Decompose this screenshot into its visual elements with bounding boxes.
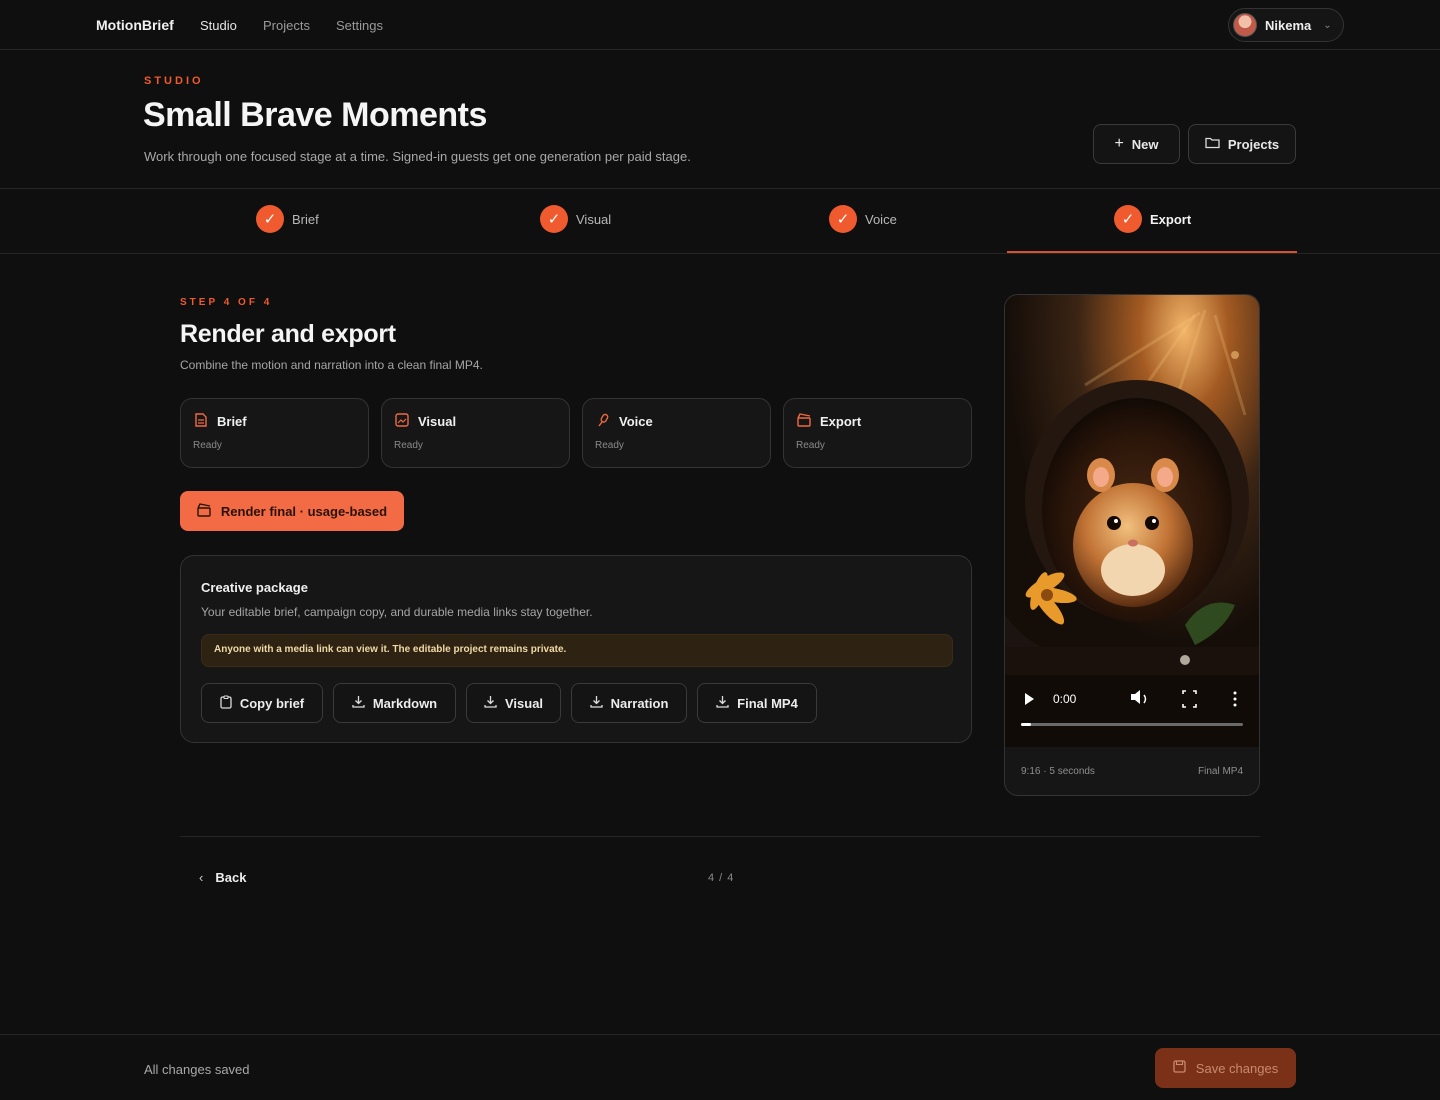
folder-icon <box>1205 136 1220 152</box>
chevron-left-icon: ‹ <box>199 870 204 885</box>
status-card-visual[interactable]: Visual Ready <box>381 398 570 468</box>
clapperboard-icon <box>197 502 211 520</box>
status-card-brief[interactable]: Brief Ready <box>180 398 369 468</box>
section-title: Render and export <box>180 320 396 348</box>
clapperboard-icon <box>796 413 812 430</box>
user-name: Nikema <box>1265 17 1312 33</box>
card-status: Ready <box>796 440 825 451</box>
save-icon <box>1173 1060 1186 1076</box>
card-label: Visual <box>418 414 457 429</box>
check-icon: ✓ <box>829 205 857 233</box>
section-eyebrow: STUDIO <box>144 75 204 87</box>
document-icon <box>193 413 209 430</box>
status-card-voice[interactable]: Voice Ready <box>582 398 771 468</box>
video-type: Final MP4 <box>1197 766 1243 777</box>
step-label: Brief <box>292 211 319 227</box>
step-visual[interactable]: ✓ Visual <box>540 205 611 233</box>
video-time: 0:00 <box>1053 692 1077 706</box>
card-label: Voice <box>619 414 653 429</box>
download-actions: Copy brief Markdown Visual Narration Fin… <box>201 683 817 723</box>
check-icon: ✓ <box>1114 205 1142 233</box>
step-position: 4 / 4 <box>708 872 735 884</box>
nav-settings[interactable]: Settings <box>336 18 383 33</box>
download-icon <box>589 695 603 711</box>
download-icon <box>352 695 365 711</box>
package-description: Your editable brief, campaign copy, and … <box>201 605 593 619</box>
footer-divider <box>0 1034 1440 1035</box>
card-status: Ready <box>394 440 423 451</box>
projects-button[interactable]: Projects <box>1188 124 1296 164</box>
image-icon <box>394 413 410 430</box>
save-changes-label: Save changes <box>1195 1060 1279 1076</box>
download-icon <box>716 695 729 711</box>
content-divider <box>180 836 1260 837</box>
microphone-icon <box>595 413 611 430</box>
back-button[interactable]: ‹ Back <box>199 870 246 885</box>
avatar <box>1233 13 1257 37</box>
copy-brief-button[interactable]: Copy brief <box>201 683 323 723</box>
nav-studio[interactable]: Studio <box>200 18 237 33</box>
projects-button-label: Projects <box>1227 136 1280 152</box>
visual-download-button[interactable]: Visual <box>466 683 561 723</box>
render-final-button[interactable]: Render final · usage-based <box>180 491 404 531</box>
button-label: Copy brief <box>239 695 305 711</box>
step-eyebrow: STEP 4 OF 4 <box>180 297 273 308</box>
new-button-label: New <box>1131 136 1159 152</box>
plus-icon: + <box>1114 135 1124 152</box>
chevron-down-icon: ⌄ <box>1323 19 1332 31</box>
download-icon <box>484 695 497 711</box>
fullscreen-icon[interactable] <box>1179 689 1199 709</box>
card-status: Ready <box>193 440 222 451</box>
step-export[interactable]: ✓ Export <box>1114 205 1191 233</box>
check-icon: ✓ <box>256 205 284 233</box>
new-button[interactable]: + New <box>1093 124 1180 164</box>
step-label: Export <box>1150 211 1192 227</box>
final-mp4-download-button[interactable]: Final MP4 <box>697 683 817 723</box>
privacy-notice: Anyone with a media link can view it. Th… <box>201 634 953 667</box>
stepbar-divider <box>0 253 1440 254</box>
play-icon[interactable] <box>1021 691 1037 707</box>
card-label: Export <box>820 414 862 429</box>
creative-package-panel: Creative package Your editable brief, ca… <box>180 555 972 743</box>
step-label: Voice <box>865 211 897 227</box>
step-label: Visual <box>576 211 612 227</box>
button-label: Narration <box>610 695 669 711</box>
video-progress-bar[interactable] <box>1021 719 1243 729</box>
save-changes-button[interactable]: Save changes <box>1155 1048 1296 1088</box>
card-label: Brief <box>217 414 247 429</box>
video-preview-card: 0:00 9:16 · 5 seconds Final MP4 <box>1004 294 1260 796</box>
video-format: 9:16 · 5 seconds <box>1021 766 1095 777</box>
brand-logo[interactable]: MotionBrief <box>96 17 174 33</box>
section-description: Combine the motion and narration into a … <box>180 358 483 372</box>
more-options-icon[interactable] <box>1227 687 1243 709</box>
package-title: Creative package <box>201 580 308 595</box>
page-subtitle: Work through one focused stage at a time… <box>144 149 691 164</box>
markdown-download-button[interactable]: Markdown <box>333 683 456 723</box>
check-icon: ✓ <box>540 205 568 233</box>
video-player[interactable]: 0:00 <box>1005 295 1259 747</box>
narration-download-button[interactable]: Narration <box>571 683 687 723</box>
step-brief[interactable]: ✓ Brief <box>256 205 319 233</box>
clipboard-icon <box>220 694 232 712</box>
button-label: Visual <box>504 695 544 711</box>
step-voice[interactable]: ✓ Voice <box>829 205 897 233</box>
render-final-label: Render final · usage-based <box>220 503 388 519</box>
hamster-video-frame <box>1005 295 1259 747</box>
status-card-export[interactable]: Export Ready <box>783 398 972 468</box>
button-label: Final MP4 <box>737 695 798 711</box>
card-status: Ready <box>595 440 624 451</box>
save-status: All changes saved <box>144 1062 250 1077</box>
back-label: Back <box>215 870 247 885</box>
nav-projects[interactable]: Projects <box>263 18 310 33</box>
user-menu[interactable]: Nikema ⌄ <box>1228 8 1344 42</box>
volume-icon[interactable] <box>1129 689 1149 709</box>
page-title: Small Brave Moments <box>143 96 487 134</box>
button-label: Markdown <box>372 695 438 711</box>
header-divider <box>0 188 1440 189</box>
